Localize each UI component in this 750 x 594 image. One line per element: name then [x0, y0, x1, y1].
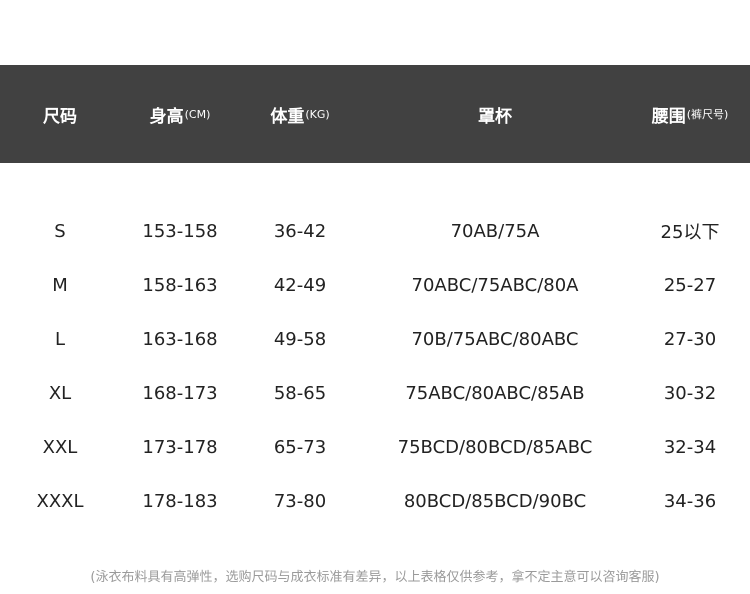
- height-cell: 178-183: [142, 490, 218, 512]
- table-header: 尺码 身高 (CM) 体重 (KG) 罩杯 腰围 (裤尺号): [0, 65, 750, 163]
- waist-cell: 25-27: [663, 274, 717, 296]
- height-cell: 153-158: [142, 220, 218, 242]
- size-cell: XXL: [42, 436, 78, 458]
- height-cell: 158-163: [142, 274, 218, 296]
- cup-cell: 70AB/75A: [450, 220, 540, 242]
- waist-cell: 27-30: [663, 328, 717, 350]
- weight-cell: 58-65: [273, 382, 327, 404]
- header-waist-unit: (裤尺号): [686, 108, 729, 121]
- weight-cell: 36-42: [273, 220, 327, 242]
- size-cell: XXXL: [36, 490, 84, 512]
- height-cell: 173-178: [142, 436, 218, 458]
- header-size-label: 尺码: [43, 106, 77, 127]
- size-cell: XL: [48, 382, 72, 404]
- cup-cell: 70B/75ABC/80ABC: [411, 328, 579, 350]
- weight-cell: 73-80: [273, 490, 327, 512]
- table-row: S 153-158 36-42 70AB/75A 25以下: [0, 204, 750, 258]
- table-row: XXXL 178-183 73-80 80BCD/85BCD/90BC 34-3…: [0, 474, 750, 528]
- header-height-label: 身高: [149, 106, 184, 127]
- table-row: XL 168-173 58-65 75ABC/80ABC/85AB 30-32: [0, 366, 750, 420]
- cup-cell: 75ABC/80ABC/85AB: [405, 382, 585, 404]
- cup-cell: 75BCD/80BCD/85ABC: [397, 436, 593, 458]
- waist-cell: 32-34: [663, 436, 717, 458]
- header-waist-label: 腰围: [651, 106, 686, 127]
- weight-cell: 49-58: [273, 328, 327, 350]
- header-cup: 罩杯: [380, 65, 610, 163]
- weight-cell: 42-49: [273, 274, 327, 296]
- table-row: XXL 173-178 65-73 75BCD/80BCD/85ABC 32-3…: [0, 420, 750, 474]
- size-cell: S: [54, 220, 66, 242]
- height-cell: 168-173: [142, 382, 218, 404]
- footnote: (泳衣布料具有高弹性，选购尺码与成衣标准有差异，以上表格仅供参考，拿不定主意可以…: [90, 570, 660, 585]
- waist-cell: 30-32: [663, 382, 717, 404]
- waist-cell: 25以下: [660, 222, 720, 243]
- size-cell: L: [54, 328, 66, 350]
- header-height: 身高 (CM): [120, 65, 240, 163]
- weight-cell: 65-73: [273, 436, 327, 458]
- table-row: L 163-168 49-58 70B/75ABC/80ABC 27-30: [0, 312, 750, 366]
- height-cell: 163-168: [142, 328, 218, 350]
- header-size: 尺码: [10, 65, 110, 163]
- cup-cell: 70ABC/75ABC/80A: [411, 274, 579, 296]
- size-cell: M: [52, 274, 68, 296]
- cup-cell: 80BCD/85BCD/90BC: [403, 490, 587, 512]
- header-height-unit: (CM): [184, 107, 211, 121]
- table-row: M 158-163 42-49 70ABC/75ABC/80A 25-27: [0, 258, 750, 312]
- header-cup-label: 罩杯: [478, 106, 512, 127]
- header-weight: 体重 (KG): [245, 65, 355, 163]
- header-weight-unit: (KG): [305, 107, 330, 121]
- header-waist: 腰围 (裤尺号): [630, 65, 750, 163]
- header-weight-label: 体重: [270, 106, 305, 127]
- waist-cell: 34-36: [663, 490, 717, 512]
